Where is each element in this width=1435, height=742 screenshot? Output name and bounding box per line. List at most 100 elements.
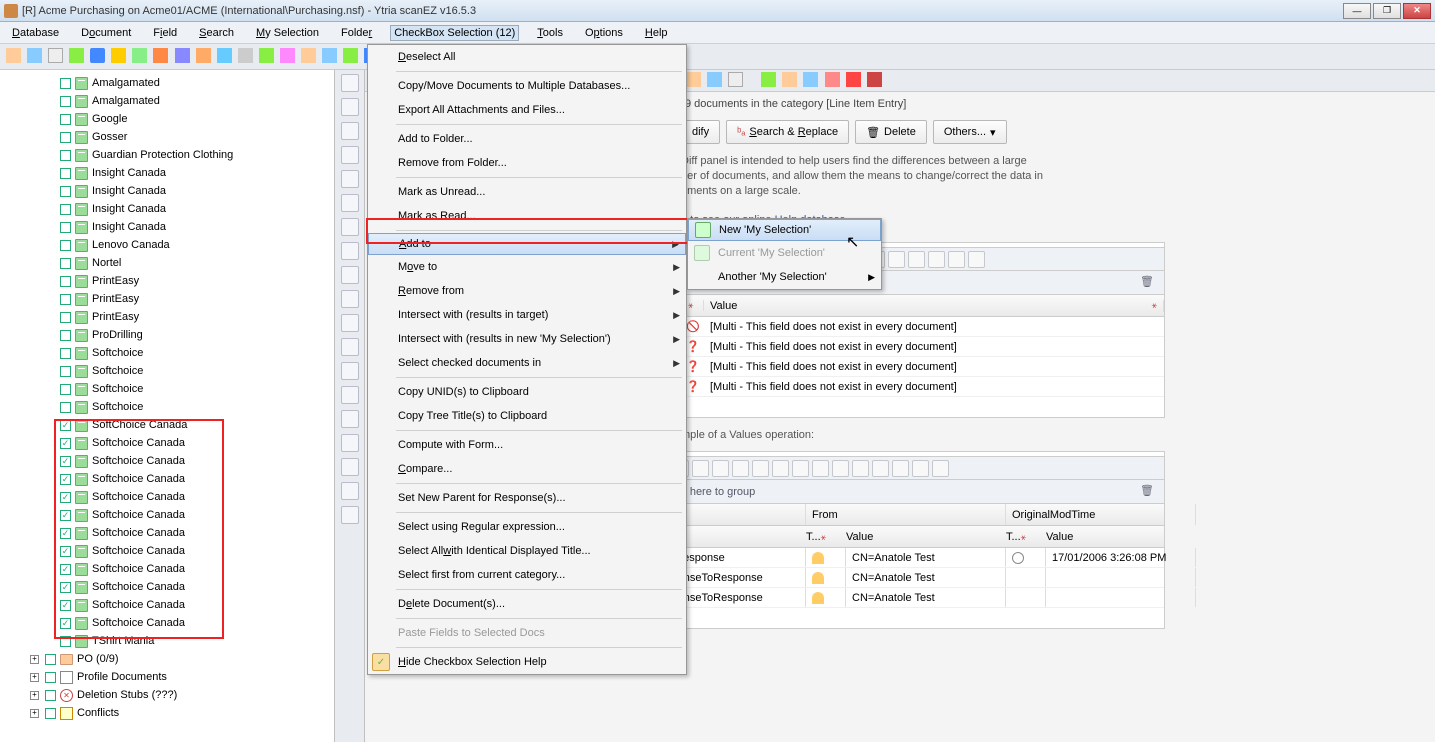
grid-btn[interactable] [888,251,905,268]
tree-item[interactable]: Insight Canada [0,164,334,182]
checkbox-icon[interactable] [60,186,71,197]
toolstrip-btn[interactable] [341,194,359,212]
checkbox-icon[interactable] [60,384,71,395]
toolbar-icon[interactable] [707,72,722,87]
checkbox-icon[interactable] [60,402,71,413]
tree-item[interactable]: PrintEasy [0,272,334,290]
sub-t[interactable]: T...⚹ [1006,531,1046,543]
toolbar-icon[interactable] [69,48,84,63]
tree-item[interactable]: PrintEasy [0,290,334,308]
grid-btn[interactable] [892,460,909,477]
toolbar-icon[interactable] [686,72,701,87]
tree-item[interactable]: ProDrilling [0,326,334,344]
toolstrip-btn[interactable] [341,410,359,428]
grid-btn[interactable] [792,460,809,477]
grid-btn[interactable] [872,460,889,477]
checkbox-icon[interactable] [45,672,56,683]
tree-root-item[interactable]: +✕Deletion Stubs (???) [0,686,334,704]
tree-item[interactable]: Insight Canada [0,182,334,200]
tree-root-item[interactable]: +Profile Documents [0,668,334,686]
sub-t[interactable]: T...⚹ [806,531,846,543]
sub-value[interactable]: Value [846,531,1006,543]
checkbox-icon[interactable] [45,654,56,665]
sub-value[interactable]: Value [1046,531,1196,543]
checkbox-icon[interactable] [60,474,71,485]
toolbar-icon[interactable] [196,48,211,63]
checkbox-icon[interactable] [60,240,71,251]
tree-item[interactable]: Lenovo Canada [0,236,334,254]
menu-folder[interactable]: Folder [337,25,376,41]
toolbar-icon[interactable] [238,48,253,63]
toolbar-icon[interactable] [132,48,147,63]
toolbar-icon[interactable] [153,48,168,63]
tree-item[interactable]: Insight Canada [0,218,334,236]
toolstrip-btn[interactable] [341,218,359,236]
grid-btn[interactable] [932,460,949,477]
checkbox-icon[interactable] [60,366,71,377]
tree-item[interactable]: Softchoice Canada [0,434,334,452]
toolstrip-btn[interactable] [341,98,359,116]
tree-item[interactable]: TShirt Mania [0,632,334,650]
toolbar-icon[interactable] [867,72,882,87]
toolbar-icon[interactable] [111,48,126,63]
trash-icon[interactable]: 🗑 [1140,275,1156,291]
toolstrip-btn[interactable] [341,386,359,404]
menu-intersect-new[interactable]: Intersect with (results in new 'My Selec… [368,327,686,351]
checkbox-icon[interactable] [60,600,71,611]
toolbar-icon[interactable] [259,48,274,63]
expand-icon[interactable]: + [30,709,39,718]
menu-copy-move[interactable]: Copy/Move Documents to Multiple Database… [368,74,686,98]
toolstrip-btn[interactable] [341,506,359,524]
submenu-another-selection[interactable]: Another 'My Selection'▶ [688,265,881,289]
menu-checkbox-selection[interactable]: CheckBox Selection (12) [390,25,519,41]
toolbar-icon[interactable] [322,48,337,63]
checkbox-icon[interactable] [60,456,71,467]
checkbox-icon[interactable] [60,420,71,431]
checkbox-icon[interactable] [60,96,71,107]
toolbar-icon[interactable] [175,48,190,63]
grid-btn[interactable] [692,460,709,477]
menu-remove-from[interactable]: Remove from▶ [368,279,686,303]
tree-item[interactable]: Amalgamated [0,74,334,92]
toolstrip-btn[interactable] [341,338,359,356]
menu-set-parent[interactable]: Set New Parent for Response(s)... [368,486,686,510]
checkbox-icon[interactable] [60,636,71,647]
grid-btn[interactable] [908,251,925,268]
checkbox-icon[interactable] [60,222,71,233]
tree-item[interactable]: Softchoice Canada [0,596,334,614]
menu-add-to[interactable]: Add to▶ [368,233,686,255]
tree-item[interactable]: Softchoice Canada [0,506,334,524]
menu-copy-tree[interactable]: Copy Tree Title(s) to Clipboard [368,404,686,428]
toolstrip-btn[interactable] [341,314,359,332]
grid-btn[interactable] [852,460,869,477]
expand-icon[interactable]: + [30,673,39,682]
toolbar-icon[interactable] [301,48,316,63]
toolstrip-btn[interactable] [341,362,359,380]
toolstrip-btn[interactable] [341,458,359,476]
menu-mark-read[interactable]: Mark as Read... [368,204,686,228]
menu-copy-unid[interactable]: Copy UNID(s) to Clipboard [368,380,686,404]
grid-btn[interactable] [948,251,965,268]
expand-icon[interactable]: + [30,691,39,700]
checkbox-icon[interactable] [60,150,71,161]
col-from[interactable]: From [806,504,1006,525]
toolstrip-btn[interactable] [341,170,359,188]
grid-btn[interactable] [752,460,769,477]
grid-btn[interactable] [772,460,789,477]
menu-export-attachments[interactable]: Export All Attachments and Files... [368,98,686,122]
checkbox-icon[interactable] [60,438,71,449]
toolbar-icon[interactable] [803,72,818,87]
checkbox-icon[interactable] [60,492,71,503]
toolstrip-btn[interactable] [341,242,359,260]
tree-item[interactable]: Softchoice Canada [0,614,334,632]
menu-database[interactable]: Database [8,25,63,41]
submenu-new-selection[interactable]: New 'My Selection' [688,219,881,241]
checkbox-icon[interactable] [60,312,71,323]
grid-btn[interactable] [968,251,985,268]
tree-item[interactable]: Softchoice Canada [0,524,334,542]
tree-item[interactable]: Softchoice Canada [0,578,334,596]
toolbar-icon[interactable] [761,72,776,87]
menu-delete-docs[interactable]: Delete Document(s)... [368,592,686,616]
tree-item[interactable]: Softchoice Canada [0,542,334,560]
checkbox-icon[interactable] [60,294,71,305]
